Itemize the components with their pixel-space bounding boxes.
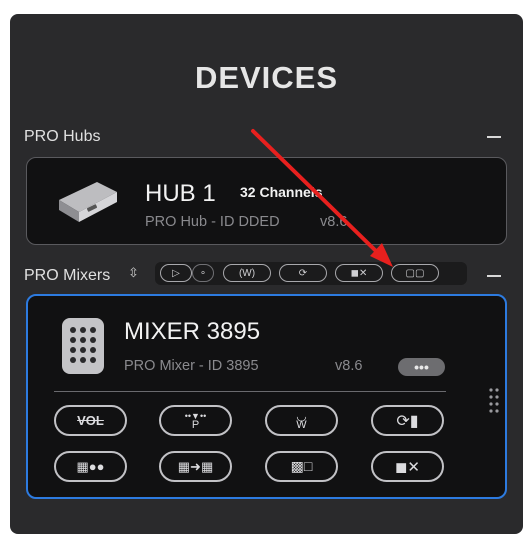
transfer-icon: ▦➜▦ (177, 458, 214, 474)
hubs-section-label: PRO Hubs (24, 128, 101, 145)
mixer-subtitle: PRO Mixer - ID 3895 (124, 358, 259, 374)
chat-icon[interactable]: ▢▢ (391, 264, 439, 282)
devices-panel: DEVICES PRO Hubs HUB 1 32 Channels PRO H… (10, 14, 523, 534)
w-dial-icon[interactable]: (W) (223, 264, 271, 282)
mute-icon: ◼✕ (394, 458, 421, 476)
drag-handle-icon[interactable] (489, 387, 499, 420)
pattern-icon[interactable]: ∘ (192, 264, 214, 282)
mixer-version: v8.6 (335, 358, 363, 374)
group-button[interactable]: ▦●● (54, 451, 127, 482)
mixer-name: MIXER 3895 (124, 318, 261, 345)
mixer-device-icon (60, 316, 106, 381)
hub-name: HUB 1 (145, 180, 216, 207)
mixers-section-label: PRO Mixers (24, 267, 111, 284)
mixers-collapse-minus-icon[interactable] (487, 275, 501, 277)
p-dial-icon: ••▼•• P (184, 410, 207, 431)
hub-device-icon (53, 178, 119, 229)
loop-device-icon[interactable]: ⟳ (279, 264, 327, 282)
loop-button[interactable]: ⟳▮ (371, 405, 444, 436)
volume-button[interactable]: VOL (54, 405, 127, 436)
grid-group-icon: ▦●● (76, 458, 105, 474)
divider (54, 391, 446, 392)
hubs-collapse-minus-icon[interactable] (487, 136, 501, 138)
w-dial-button[interactable]: ◡ W (265, 405, 338, 436)
volume-strike-icon: VOL (77, 413, 104, 428)
hub-version: v8.6 (320, 214, 348, 230)
w-dial-icon: ◡ W (296, 408, 307, 431)
mute-button[interactable]: ◼✕ (371, 451, 444, 482)
hub-channels: 32 Channels (240, 184, 323, 200)
chat-button[interactable]: ▩□ (265, 451, 338, 482)
play-icon[interactable]: ▷ (160, 264, 192, 282)
mixer-toolbar: ▷ ∘ (W) ⟳ ◼✕ ▢▢ (155, 262, 467, 285)
chat-icon: ▩□ (290, 458, 313, 474)
mixer-card[interactable]: MIXER 3895 PRO Mixer - ID 3895 v8.6 ••• … (26, 294, 507, 499)
sort-updown-icon[interactable]: ⇳ (128, 265, 139, 281)
page-title: DEVICES (194, 60, 339, 95)
loop-device-icon: ⟳▮ (396, 412, 419, 430)
hub-subtitle: PRO Hub - ID DDED (145, 214, 280, 230)
hub-card[interactable]: HUB 1 32 Channels PRO Hub - ID DDED v8.6 (26, 157, 507, 245)
transfer-button[interactable]: ▦➜▦ (159, 451, 232, 482)
more-button[interactable]: ••• (398, 358, 445, 376)
p-dial-button[interactable]: ••▼•• P (159, 405, 232, 436)
mute-icon[interactable]: ◼✕ (335, 264, 383, 282)
